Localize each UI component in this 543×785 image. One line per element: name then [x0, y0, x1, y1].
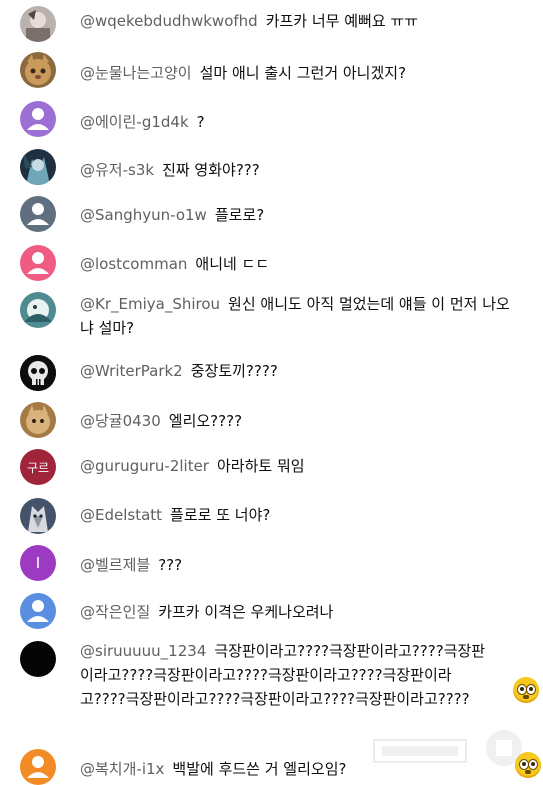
comment-author[interactable]: @작은인질 — [80, 603, 150, 621]
avatar[interactable]: 구르 — [20, 449, 56, 485]
comment-text: 아라하토 뭐임 — [216, 457, 305, 475]
flushed-face-emoji-icon — [513, 677, 539, 703]
avatar[interactable] — [20, 149, 56, 185]
person-icon — [27, 600, 49, 622]
comment-author[interactable]: @복치개-i1x — [80, 760, 164, 778]
person-icon — [27, 108, 49, 130]
comment-author[interactable]: @당귤0430 — [80, 412, 161, 430]
avatar[interactable] — [20, 6, 56, 42]
comment-body: @유저-s3k 진짜 영화야??? — [80, 158, 520, 182]
comment-author[interactable]: @벨르제블 — [80, 556, 150, 574]
comment-body: @WriterPark2 중장토끼???? — [80, 359, 520, 383]
avatar[interactable] — [20, 593, 56, 629]
avatar[interactable] — [20, 196, 56, 232]
comment-text: 애니네 ㄷㄷ — [195, 255, 270, 273]
comment-author[interactable]: @Sanghyun-o1w — [80, 206, 207, 224]
watermark-logo — [372, 726, 532, 770]
comment-author[interactable]: @눈물나는고양이 — [80, 64, 192, 82]
comment-body: @Kr_Emiya_Shirou 원신 애니도 아직 멀었는데 얘들 이 먼저 나… — [80, 292, 510, 340]
comment-body: @lostcomman 애니네 ㄷㄷ — [80, 252, 520, 276]
comment-text: 카프카 이격은 우케나오려나 — [158, 603, 334, 621]
comment-text: 카프카 너무 예뻐요 ㅠㅠ — [265, 12, 418, 30]
comment-text: ??? — [158, 556, 183, 574]
avatar[interactable] — [20, 641, 56, 677]
comment-author[interactable]: @siruuuuu_1234 — [80, 642, 206, 660]
comment-body: @작은인질 카프카 이격은 우케나오려나 — [80, 600, 520, 624]
comment-author[interactable]: @lostcomman — [80, 255, 187, 273]
comment-text: 플로로? — [214, 206, 265, 224]
comment-body: @에이린-g1d4k? — [80, 110, 520, 134]
avatar[interactable] — [20, 292, 56, 328]
avatar[interactable] — [20, 749, 56, 785]
comment-text: 백발에 후드쓴 거 엘리오임? — [172, 760, 347, 778]
comment-body: @당귤0430 엘리오???? — [80, 409, 520, 433]
comment-author[interactable]: @Kr_Emiya_Shirou — [80, 295, 220, 313]
skull-icon — [20, 355, 56, 391]
comment-author[interactable]: @WriterPark2 — [80, 362, 183, 380]
comment-body: @Edelstatt 플로로 또 너야? — [80, 503, 520, 527]
comment-body: @guruguru-2liter 아라하토 뭐임 — [80, 454, 520, 478]
comment-text: 중장토끼???? — [190, 362, 278, 380]
person-icon — [27, 252, 49, 274]
comment-body: @Sanghyun-o1w 플로로? — [80, 203, 520, 227]
avatar[interactable] — [20, 101, 56, 137]
comment-text: 엘리오???? — [168, 412, 243, 430]
comment-author[interactable]: @guruguru-2liter — [80, 457, 209, 475]
avatar[interactable]: I — [20, 545, 56, 581]
comment-author[interactable]: @Edelstatt — [80, 506, 162, 524]
comment-text: 설마 애니 출시 그런거 아니겠지? — [199, 64, 407, 82]
comment-body: @벨르제블??? — [80, 553, 520, 577]
comment-text: 플로로 또 너야? — [170, 506, 271, 524]
comment-body: @siruuuuu_1234 극장판이라고????극장판이라고????극장판이라고… — [80, 639, 490, 711]
avatar[interactable] — [20, 402, 56, 438]
avatar[interactable] — [20, 498, 56, 534]
comment-text: ? — [196, 113, 205, 131]
comment-author[interactable]: @wqekebdudhwkwofhd — [80, 12, 258, 30]
avatar[interactable] — [20, 245, 56, 281]
comment-body: @wqekebdudhwkwofhd 카프카 너무 예뻐요 ㅠㅠ — [80, 9, 520, 33]
avatar[interactable] — [20, 52, 56, 88]
person-icon — [27, 756, 49, 778]
comment-text: 진짜 영화야??? — [162, 161, 260, 179]
comment-author[interactable]: @유저-s3k — [80, 161, 154, 179]
comment-author[interactable]: @에이린-g1d4k — [80, 113, 189, 131]
person-icon — [27, 203, 49, 225]
avatar[interactable] — [20, 355, 56, 391]
comment-body: @눈물나는고양이 설마 애니 출시 그런거 아니겠지? — [80, 61, 520, 85]
